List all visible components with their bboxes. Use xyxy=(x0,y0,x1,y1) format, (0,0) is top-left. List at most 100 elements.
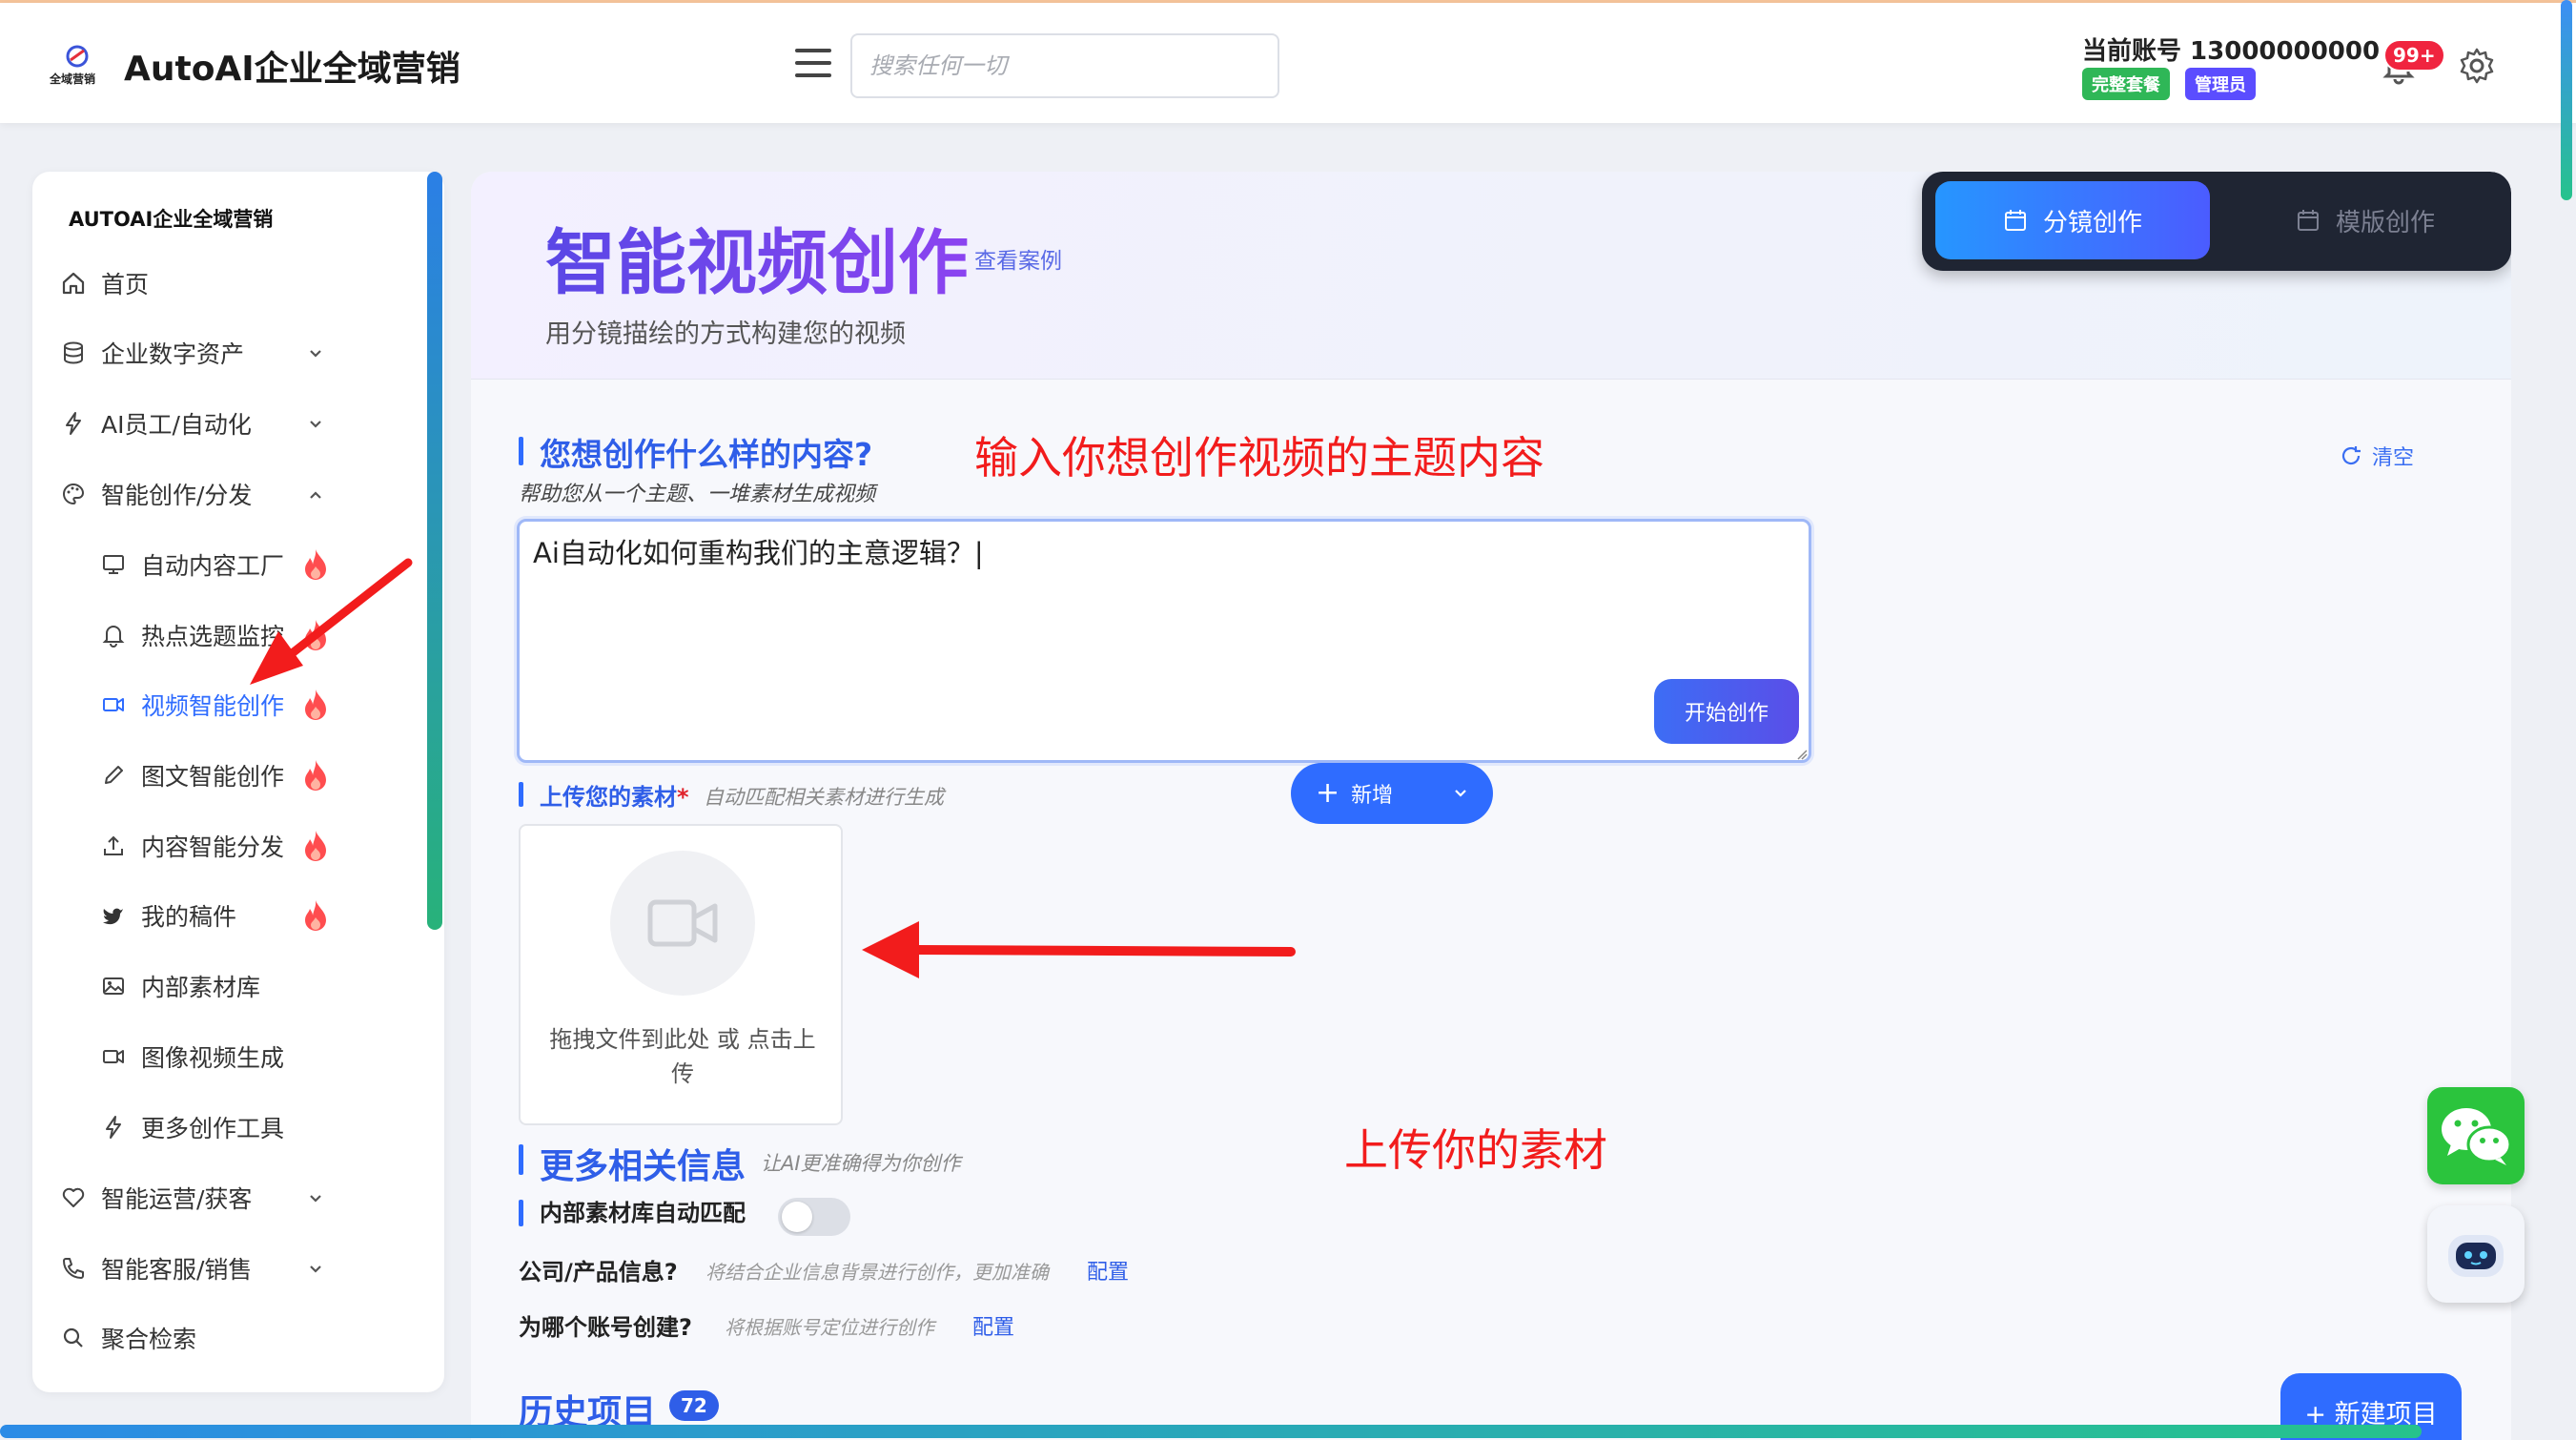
sidebar-item-smart-creation[interactable]: 智能创作/分发 xyxy=(59,475,252,513)
resize-handle-icon[interactable] xyxy=(1796,749,1808,760)
robot-icon xyxy=(2448,1235,2504,1277)
upload-hint: 自动匹配相关素材进行生成 xyxy=(704,786,944,809)
upload-section-title: 上传您的素材* xyxy=(540,778,689,812)
upload-icon-circle xyxy=(610,851,755,996)
chevron-down-icon[interactable] xyxy=(305,1188,326,1209)
sidebar-item-label: 自动内容工厂 xyxy=(141,552,285,580)
hot-fire-icon xyxy=(305,760,326,791)
refresh-icon xyxy=(2341,446,2361,465)
bell-icon xyxy=(99,621,128,649)
role-badge: 管理员 xyxy=(2185,68,2256,100)
tab-storyboard-creation[interactable]: 分镜创作 xyxy=(1935,181,2210,259)
sidebar-item-hot-topics[interactable]: 热点选题监控 xyxy=(99,616,284,654)
sidebar-item-article-creation[interactable]: 图文智能创作 xyxy=(99,756,284,794)
sidebar-item-label: AI员工/自动化 xyxy=(101,411,252,439)
account-target-hint: 将根据账号定位进行创作 xyxy=(725,1316,934,1339)
chevron-down-icon xyxy=(1455,790,1466,797)
wechat-contact-button[interactable] xyxy=(2427,1087,2525,1184)
more-info-title: 更多相关信息 xyxy=(540,1147,746,1186)
sidebar-item-ai-staff[interactable]: AI员工/自动化 xyxy=(59,404,252,442)
account-target-label: 为哪个账号创建? xyxy=(519,1314,692,1341)
clear-button[interactable]: 清空 xyxy=(2340,441,2414,471)
creation-mode-switch: 分镜创作 模版创作 xyxy=(1922,172,2511,271)
section-marker xyxy=(519,1200,523,1226)
sidebar-item-label: 智能创作/分发 xyxy=(101,482,253,509)
sidebar-item-label: 内部素材库 xyxy=(141,974,261,1001)
hot-fire-icon xyxy=(305,900,326,931)
sidebar-item-label: 图像视频生成 xyxy=(141,1044,285,1072)
settings-gear-icon[interactable] xyxy=(2458,47,2496,85)
chevron-down-icon[interactable] xyxy=(305,414,326,435)
sidebar-item-content-factory[interactable]: 自动内容工厂 xyxy=(99,545,284,584)
lightning-icon xyxy=(99,1113,128,1142)
sidebar-item-asset-library[interactable]: 内部素材库 xyxy=(99,967,260,1005)
plus-icon: + xyxy=(1316,776,1340,810)
phone-icon xyxy=(59,1254,88,1283)
sidebar-title: AUTOAI企业全域营销 xyxy=(69,208,274,231)
tab-template-creation[interactable]: 模版创作 xyxy=(2237,181,2494,259)
account-config-link[interactable]: 配置 xyxy=(972,1310,1014,1341)
add-material-dropdown-button[interactable]: + 新增 xyxy=(1291,763,1493,824)
hot-fire-icon xyxy=(305,831,326,861)
sidebar-item-my-drafts[interactable]: 我的稿件 xyxy=(99,896,236,935)
file-upload-dropzone[interactable]: 拖拽文件到此处 或 点击上传 xyxy=(519,824,843,1125)
hamburger-menu-icon[interactable] xyxy=(795,49,833,79)
sidebar-item-customer-service[interactable]: 智能客服/销售 xyxy=(59,1249,252,1287)
auto-match-label: 内部素材库自动匹配 xyxy=(540,1200,746,1226)
notification-count-badge: 99+ xyxy=(2383,39,2445,72)
app-title: AutoAI企业全域营销 xyxy=(124,50,460,89)
company-info-label: 公司/产品信息? xyxy=(519,1259,678,1286)
sidebar-item-operations[interactable]: 智能运营/获客 xyxy=(59,1179,252,1217)
image-icon xyxy=(99,972,128,1000)
sidebar-item-label: 更多创作工具 xyxy=(141,1115,285,1142)
monitor-icon xyxy=(99,550,128,579)
chevron-up-icon[interactable] xyxy=(305,484,326,505)
wechat-icon xyxy=(2442,1108,2512,1165)
start-creation-button[interactable]: 开始创作 xyxy=(1654,679,1799,744)
pen-icon xyxy=(99,761,128,790)
sidebar-item-label: 首页 xyxy=(101,271,150,298)
sidebar-item-search[interactable]: 聚合检索 xyxy=(59,1319,196,1357)
sidebar-item-digital-assets[interactable]: 企业数字资产 xyxy=(59,334,244,372)
database-icon xyxy=(59,339,88,367)
upload-title-text: 上传您的素材 xyxy=(540,784,677,811)
sidebar-item-video-creation[interactable]: 视频智能创作 xyxy=(99,686,284,724)
upload-icon xyxy=(99,832,128,860)
sidebar-item-label: 智能客服/销售 xyxy=(101,1256,253,1284)
sidebar-item-label: 智能运营/获客 xyxy=(101,1185,253,1213)
page-subtitle: 用分镜描绘的方式构建您的视频 xyxy=(545,319,906,349)
hot-fire-icon xyxy=(305,689,326,720)
page-scrollbar[interactable] xyxy=(2561,0,2572,200)
app-logo[interactable]: 全域营销 xyxy=(49,43,105,87)
calendar-icon xyxy=(2297,210,2319,231)
required-mark: * xyxy=(677,784,689,811)
section-marker xyxy=(519,782,523,807)
toggle-knob xyxy=(782,1202,812,1232)
palette-icon xyxy=(59,480,88,508)
ai-assistant-button[interactable] xyxy=(2427,1205,2525,1303)
page-title: 智能视频创作 xyxy=(545,206,969,308)
logo-text: 全域营销 xyxy=(50,72,95,86)
prompt-section-title: 您想创作什么样的内容? xyxy=(540,436,873,473)
sidebar-item-content-distribution[interactable]: 内容智能分发 xyxy=(99,827,284,865)
more-info-hint: 让AI更准确得为你创作 xyxy=(761,1152,961,1175)
company-config-link[interactable]: 配置 xyxy=(1087,1255,1129,1286)
home-icon xyxy=(59,269,88,298)
upload-drop-text: 拖拽文件到此处 或 点击上传 xyxy=(549,1026,816,1087)
video-icon xyxy=(99,1042,128,1071)
sidebar-scrollbar[interactable] xyxy=(427,172,442,930)
auto-match-toggle[interactable] xyxy=(778,1198,850,1236)
hot-fire-icon xyxy=(305,549,326,580)
sidebar-item-more-tools[interactable]: 更多创作工具 xyxy=(99,1108,284,1146)
global-search-input[interactable] xyxy=(850,33,1279,98)
sidebar-item-home[interactable]: 首页 xyxy=(59,264,149,302)
chevron-down-icon[interactable] xyxy=(305,1259,326,1280)
tab-label: 模版创作 xyxy=(2335,208,2435,237)
sidebar-item-label: 企业数字资产 xyxy=(101,340,245,368)
horizontal-scrollbar[interactable] xyxy=(0,1425,2422,1438)
view-cases-link[interactable]: 查看案例 xyxy=(974,242,1062,275)
sidebar-item-label: 我的稿件 xyxy=(141,903,237,931)
chevron-down-icon[interactable] xyxy=(305,343,326,364)
sidebar-item-image-video-gen[interactable]: 图像视频生成 xyxy=(99,1038,284,1076)
topic-textarea[interactable]: Ai自动化如何重构我们的主意逻辑？| xyxy=(517,519,1811,763)
